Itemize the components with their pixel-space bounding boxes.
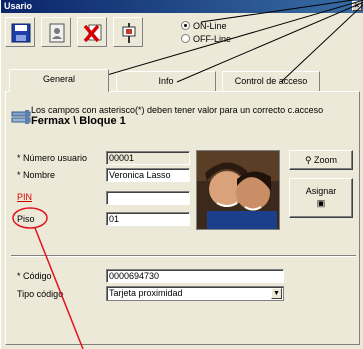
- zoom-label: Zoom: [314, 155, 338, 165]
- radio-unselected-icon: [181, 34, 190, 43]
- save-icon: [11, 23, 31, 43]
- online-radio[interactable]: ON-Line: [181, 20, 271, 32]
- numero-usuario-label: * Número usuario: [17, 153, 88, 163]
- asignar-label: Asignar: [305, 186, 337, 196]
- zoom-button[interactable]: ⚲ Zoom: [289, 150, 353, 170]
- piso-field[interactable]: 01: [106, 212, 190, 226]
- tipo-codigo-value: Tarjeta proximidad: [109, 288, 183, 298]
- nombre-field[interactable]: Veronica Lasso: [106, 168, 190, 182]
- user-card-button[interactable]: [41, 17, 71, 47]
- user-photo: [196, 150, 280, 230]
- tab-info[interactable]: Info: [116, 71, 216, 91]
- pin-label: PIN: [17, 192, 33, 202]
- delete-button[interactable]: [77, 17, 107, 47]
- tab-control-de-acceso[interactable]: Control de acceso: [222, 71, 320, 91]
- connection-button[interactable]: [113, 17, 143, 47]
- pin-field[interactable]: [106, 191, 190, 205]
- keys-icon: [11, 110, 31, 124]
- tab-strip: General Info Control de acceso: [9, 69, 359, 92]
- numero-usuario-field[interactable]: 00001: [106, 151, 190, 165]
- camera-icon: ▣: [316, 198, 326, 208]
- user-card-icon: [49, 23, 65, 43]
- piso-label: Piso: [17, 214, 35, 224]
- divider: [11, 255, 356, 257]
- offline-radio[interactable]: OFF-Line: [181, 33, 271, 45]
- save-button[interactable]: [5, 17, 35, 47]
- delete-icon: [83, 24, 102, 43]
- codigo-label: * Código: [17, 271, 52, 281]
- tipo-codigo-label: Tipo código: [17, 289, 64, 299]
- tipo-codigo-select[interactable]: Tarjeta proximidad ▼: [106, 286, 284, 301]
- couple-photo-image: [197, 151, 279, 229]
- nombre-label: * Nombre: [17, 170, 56, 180]
- title-bar: Usario ×: [1, 0, 363, 13]
- window-title: Usario: [4, 1, 33, 11]
- codigo-field[interactable]: 0000694730: [106, 269, 284, 283]
- chevron-down-icon[interactable]: ▼: [271, 288, 282, 299]
- location-title: Fermax \ Bloque 1: [31, 115, 126, 127]
- magnifier-icon: ⚲: [304, 155, 312, 165]
- connection-icon: [122, 23, 136, 43]
- offline-label: OFF-Line: [193, 34, 232, 44]
- online-label: ON-Line: [193, 21, 227, 31]
- user-window: Usario × ON-Line OFF-Line General Info C…: [0, 0, 363, 349]
- close-button[interactable]: ×: [352, 1, 362, 11]
- asignar-button[interactable]: Asignar ▣: [289, 178, 353, 218]
- radio-selected-icon: [181, 21, 190, 30]
- tab-general[interactable]: General: [9, 69, 109, 92]
